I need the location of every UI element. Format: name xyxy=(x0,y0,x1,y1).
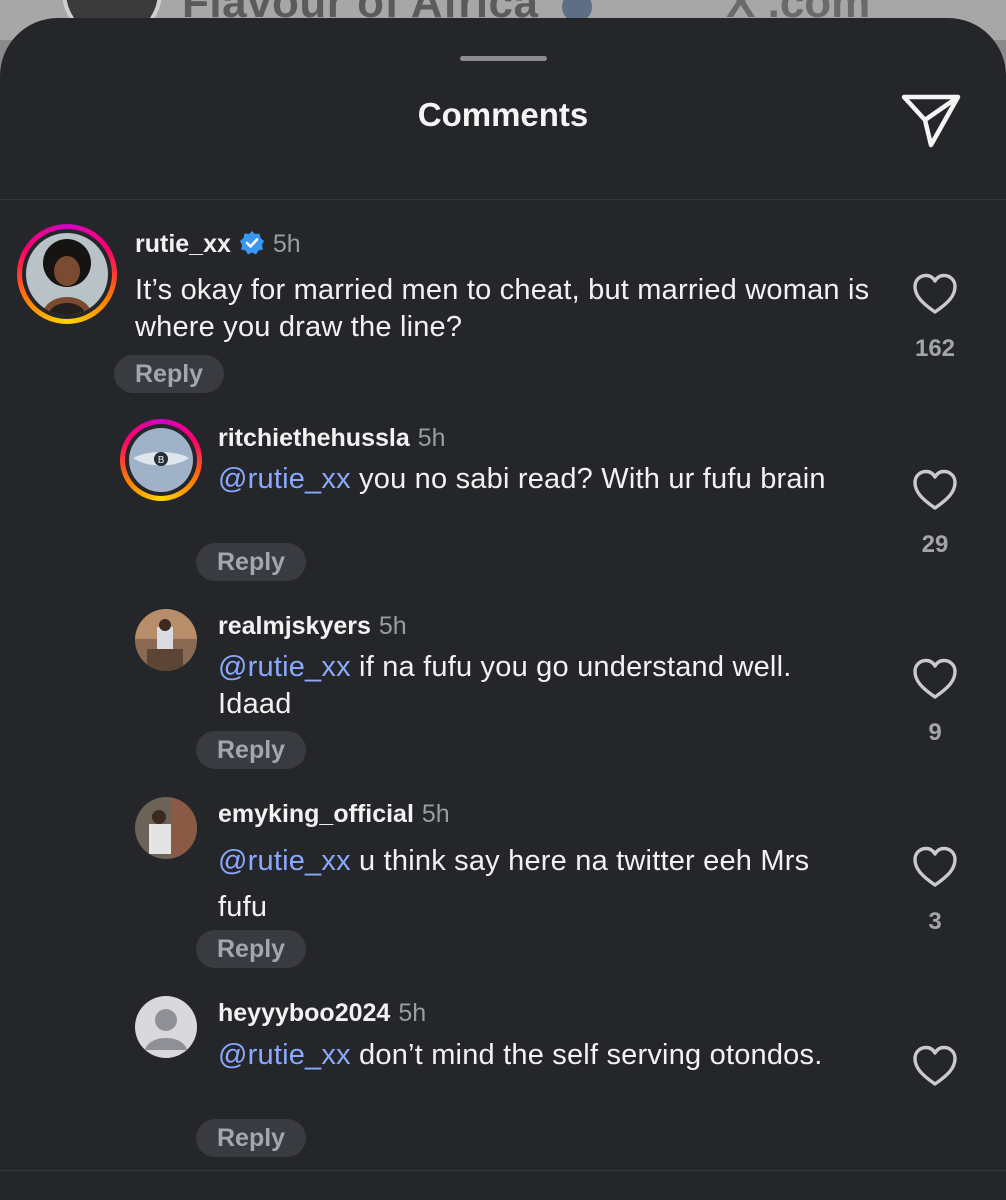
bottom-divider xyxy=(0,1170,1006,1171)
comment-text: @rutie_xx you no sabi read? With ur fufu… xyxy=(218,463,826,495)
comment-time: 5h xyxy=(398,999,427,1027)
mention-link[interactable]: @rutie_xx xyxy=(218,1039,351,1071)
avatar[interactable]: B xyxy=(120,419,202,501)
mention-link[interactable]: @rutie_xx xyxy=(218,463,351,495)
comment-username[interactable]: heyyyboo2024 xyxy=(218,999,390,1027)
reply-button[interactable]: Reply xyxy=(196,1119,307,1157)
comment-time: 5h xyxy=(421,800,450,828)
like-count: 29 xyxy=(921,531,949,558)
sheet-drag-handle[interactable] xyxy=(460,56,547,61)
like-count: 162 xyxy=(914,335,956,362)
comment-text: @rutie_xx u think say here na twitter ee… xyxy=(218,845,810,923)
heart-icon xyxy=(913,469,957,510)
mention-link[interactable]: @rutie_xx xyxy=(218,845,351,877)
heart-icon xyxy=(913,273,957,314)
comment-meta: heyyyboo2024 5h xyxy=(218,999,426,1028)
heart-icon xyxy=(913,1045,957,1086)
comment-username[interactable]: ritchiethehussla xyxy=(218,424,410,452)
verified-badge-icon xyxy=(239,230,265,263)
header-divider xyxy=(0,199,1006,200)
like-count: 3 xyxy=(928,908,942,935)
comment-username[interactable]: emyking_official xyxy=(218,800,414,828)
comment-text: It’s okay for married men to cheat, but … xyxy=(135,274,870,343)
svg-text:B: B xyxy=(158,455,165,466)
avatar[interactable] xyxy=(17,224,117,324)
reply-button[interactable]: Reply xyxy=(196,731,307,769)
comment-meta: emyking_official 5h xyxy=(218,800,450,829)
like-button[interactable] xyxy=(912,657,958,701)
paper-plane-icon xyxy=(901,94,961,148)
like-count: 9 xyxy=(928,719,942,746)
default-avatar-icon[interactable] xyxy=(135,996,197,1058)
comment-text: @rutie_xx if na fufu you go understand w… xyxy=(218,651,792,720)
heart-icon xyxy=(913,658,957,699)
reply-button[interactable]: Reply xyxy=(196,930,307,968)
comment-username[interactable]: realmjskyers xyxy=(218,612,371,640)
share-button[interactable] xyxy=(896,84,966,154)
sheet-title: Comments xyxy=(417,96,589,133)
comment-time: 5h xyxy=(272,230,301,258)
comment-meta: realmjskyers 5h xyxy=(218,612,407,641)
comment-meta: rutie_xx 5h xyxy=(135,230,301,263)
like-button[interactable] xyxy=(912,1044,958,1088)
comment-username[interactable]: rutie_xx xyxy=(135,230,231,258)
like-button[interactable] xyxy=(912,272,958,316)
comment-time: 5h xyxy=(417,424,446,452)
like-button[interactable] xyxy=(912,845,958,889)
like-button[interactable] xyxy=(912,468,958,512)
heart-icon xyxy=(913,846,957,887)
comment-meta: ritchiethehussla 5h xyxy=(218,424,446,453)
mention-link[interactable]: @rutie_xx xyxy=(218,651,351,683)
reply-button[interactable]: Reply xyxy=(196,543,307,581)
reply-button[interactable]: Reply xyxy=(114,355,225,393)
avatar[interactable] xyxy=(135,797,197,859)
avatar[interactable] xyxy=(135,609,197,671)
comment-text: @rutie_xx don’t mind the self serving ot… xyxy=(218,1039,823,1071)
comment-time: 5h xyxy=(378,612,407,640)
